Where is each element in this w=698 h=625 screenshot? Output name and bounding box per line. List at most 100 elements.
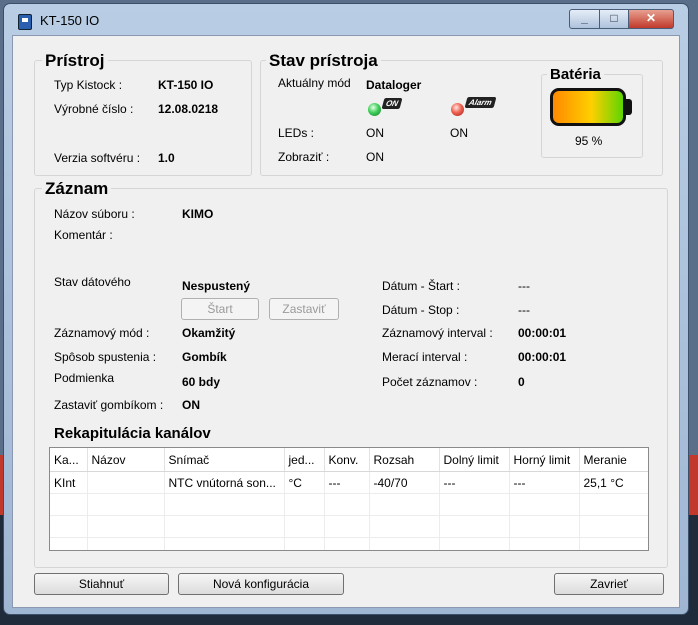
aktualny-mod-label: Aktuálny mód — [278, 76, 351, 90]
battery-icon — [550, 88, 632, 126]
bateria-title: Batéria — [547, 66, 604, 83]
table-row — [50, 537, 648, 550]
table-cell — [369, 537, 440, 550]
table-cell — [439, 515, 510, 538]
table-cell — [50, 537, 88, 550]
app-icon — [18, 14, 32, 30]
nazov-suboru-value: KIMO — [182, 207, 214, 221]
table-cell — [324, 515, 370, 538]
vyrobne-cislo-label: Výrobné číslo : — [54, 102, 134, 116]
zaznamovy-mod-label: Záznamový mód : — [54, 326, 150, 340]
table-cell — [284, 493, 325, 516]
table-cell — [509, 515, 580, 538]
table-cell — [369, 493, 440, 516]
column-header[interactable]: Rozsah — [369, 448, 440, 472]
sposob-spustenia-label: Spôsob spustenia : — [54, 350, 157, 364]
table-cell — [509, 493, 580, 516]
zaznamovy-mod-value: Okamžitý — [182, 326, 236, 340]
datum-start-label: Dátum - Štart : — [382, 279, 461, 293]
stav-pristroja-title: Stav prístroja — [266, 51, 381, 71]
sposob-spustenia-value: Gombík — [182, 350, 227, 364]
table-cell — [87, 515, 165, 538]
channels-table: Ka... Názov Snímač jed... Konv. Rozsah Dolný l… — [50, 448, 648, 550]
zavriet-button[interactable]: Zavrieť — [554, 573, 664, 595]
table-cell — [284, 537, 325, 550]
channels-table-container[interactable]: Ka... Názov Snímač jed... Konv. Rozsah Dolný l… — [49, 447, 649, 551]
leds-label: LEDs : — [278, 126, 315, 140]
zastavit-gombikom-label: Zastaviť gombíkom : — [54, 398, 164, 412]
table-cell: KInt — [50, 471, 88, 494]
table-cell: --- — [439, 471, 510, 494]
table-cell: --- — [324, 471, 370, 494]
nazov-suboru-label: Názov súboru : — [54, 207, 135, 221]
verzia-softveru-label: Verzia softvéru : — [54, 151, 141, 165]
rekapitulacia-title: Rekapitulácia kanálov — [51, 425, 214, 442]
battery-body — [550, 88, 626, 126]
pocet-zaznamov-value: 0 — [518, 375, 525, 389]
aktualny-mod-value: Dataloger — [366, 78, 422, 92]
title-bar[interactable]: KT-150 IO _ □ ✕ — [4, 4, 688, 34]
stop-button[interactable]: Zastaviť — [269, 298, 339, 320]
table-cell: 25,1 °C — [579, 471, 648, 494]
red-alarm-led-icon — [451, 103, 464, 116]
maximize-button[interactable]: □ — [599, 9, 629, 29]
table-cell: --- — [509, 471, 580, 494]
table-cell — [509, 537, 580, 550]
zaznamovy-interval-value: 00:00:01 — [518, 326, 567, 340]
podmienka-label: Podmienka — [54, 371, 115, 385]
table-cell — [579, 515, 648, 538]
column-header[interactable]: Konv. — [324, 448, 370, 472]
leds-value-alarm: ON — [450, 126, 468, 140]
column-header[interactable]: Snímač — [164, 448, 285, 472]
column-header[interactable]: Horný limit — [509, 448, 580, 472]
stav-datoveho-label: Stav dátového — [54, 275, 131, 289]
stiahnut-button[interactable]: Stiahnuť — [34, 573, 169, 595]
table-cell: °C — [284, 471, 325, 494]
typ-label: Typ Kistock : — [54, 78, 123, 92]
table-cell — [164, 537, 285, 550]
datum-stop-value: --- — [518, 303, 530, 317]
pocet-zaznamov-label: Počet záznamov : — [382, 375, 478, 389]
table-cell — [439, 537, 510, 550]
table-row[interactable]: KInt NTC vnútorná son... °C --- -40/70 --- ---… — [50, 471, 648, 494]
minimize-button[interactable]: _ — [569, 9, 600, 29]
zobrazit-label: Zobraziť : — [278, 150, 330, 164]
table-cell — [579, 537, 648, 550]
column-header[interactable]: jed... — [284, 448, 325, 472]
datum-start-value: --- — [518, 279, 530, 293]
close-window-button[interactable]: ✕ — [628, 9, 674, 29]
table-cell: -40/70 — [369, 471, 440, 494]
table-cell — [439, 493, 510, 516]
table-cell — [50, 493, 88, 516]
table-cell — [324, 537, 370, 550]
zastavit-gombikom-value: ON — [182, 398, 200, 412]
battery-percent: 95 % — [575, 134, 603, 148]
table-row — [50, 493, 648, 516]
start-button[interactable]: Štart — [181, 298, 259, 320]
table-cell — [50, 515, 88, 538]
table-header-row: Ka... Názov Snímač jed... Konv. Rozsah Dolný l… — [50, 448, 648, 472]
nova-konfiguracia-button[interactable]: Nová konfigurácia — [178, 573, 344, 595]
leds-value-on: ON — [366, 126, 384, 140]
datum-stop-label: Dátum - Stop : — [382, 303, 460, 317]
table-row — [50, 515, 648, 538]
table-cell — [164, 493, 285, 516]
typ-value: KT-150 IO — [158, 78, 214, 92]
meraci-interval-value: 00:00:01 — [518, 350, 567, 364]
column-header[interactable]: Dolný limit — [439, 448, 510, 472]
zobrazit-value: ON — [366, 150, 384, 164]
vyrobne-cislo-value: 12.08.0218 — [158, 102, 219, 116]
table-cell — [579, 493, 648, 516]
komentar-label: Komentár : — [54, 228, 113, 242]
led-on-badge: ON — [381, 98, 403, 109]
table-cell — [164, 515, 285, 538]
meraci-interval-label: Merací interval : — [382, 350, 468, 364]
stav-datoveho-value: Nespustený — [182, 279, 251, 293]
table-cell — [369, 515, 440, 538]
window-title: KT-150 IO — [40, 13, 100, 28]
column-header[interactable]: Ka... — [50, 448, 88, 472]
column-header[interactable]: Meranie — [579, 448, 648, 472]
verzia-softveru-value: 1.0 — [158, 151, 175, 165]
column-header[interactable]: Názov — [87, 448, 165, 472]
green-led-icon — [368, 103, 381, 116]
